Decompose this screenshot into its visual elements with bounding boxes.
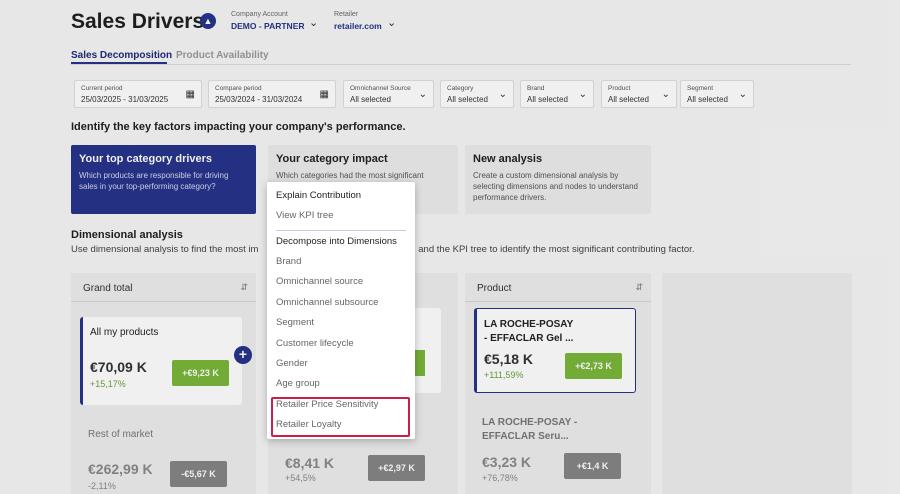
menu-item-omnichannel-source[interactable]: Omnichannel source [276, 276, 363, 287]
menu-item-omnichannel-subsource[interactable]: Omnichannel subsource [276, 297, 378, 308]
menu-item-gender[interactable]: Gender [276, 358, 308, 369]
menu-item-age-group[interactable]: Age group [276, 378, 320, 389]
menu-item-brand[interactable]: Brand [276, 256, 301, 267]
highlight-box [271, 397, 410, 437]
menu-item-view-kpi-tree[interactable]: View KPI tree [276, 210, 333, 221]
menu-item-customer-lifecycle[interactable]: Customer lifecycle [276, 338, 354, 349]
menu-heading-decompose: Decompose into Dimensions [276, 236, 397, 247]
menu-item-segment[interactable]: Segment [276, 317, 314, 328]
modal-backdrop[interactable] [0, 0, 900, 494]
menu-divider [276, 230, 406, 231]
menu-item-explain-contribution[interactable]: Explain Contribution [276, 190, 361, 201]
